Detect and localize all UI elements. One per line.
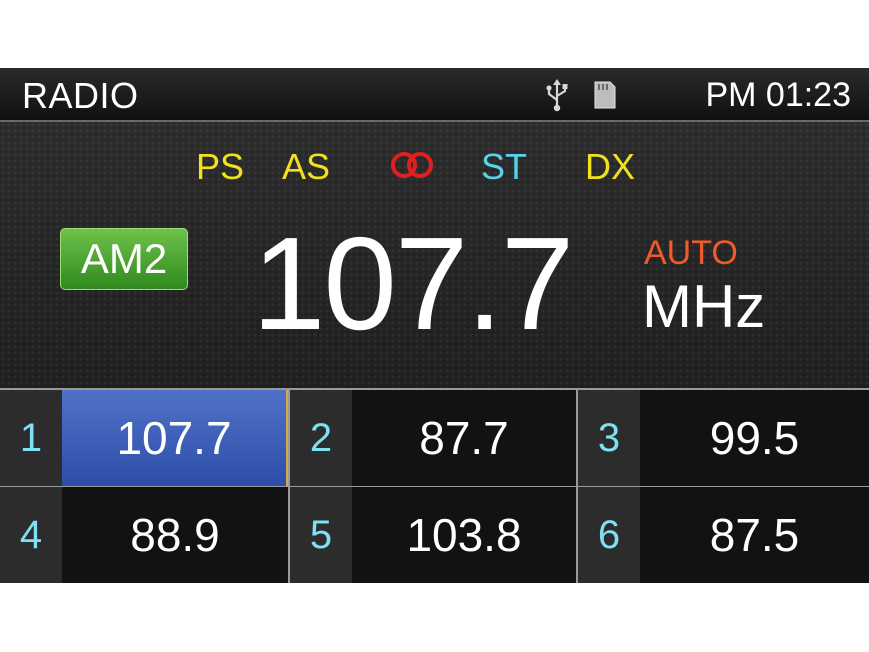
preset-3-button[interactable]: 3 99.5 bbox=[578, 390, 869, 486]
preset-number: 2 bbox=[290, 390, 352, 486]
sd-card-icon bbox=[594, 81, 616, 109]
ps-indicator[interactable]: PS bbox=[196, 146, 244, 188]
tuner-display: PS AS ST DX AM2 107.7 AUTO MHz bbox=[0, 122, 869, 388]
preset-frequency: 88.9 bbox=[62, 487, 288, 583]
preset-frequency: 87.7 bbox=[352, 390, 576, 486]
preset-4-button[interactable]: 4 88.9 bbox=[0, 487, 288, 583]
preset-1-button[interactable]: 1 107.7 bbox=[0, 390, 288, 486]
preset-frequency: 107.7 bbox=[62, 390, 288, 486]
band-button[interactable]: AM2 bbox=[60, 228, 188, 290]
preset-number: 1 bbox=[0, 390, 62, 486]
preset-5-button[interactable]: 5 103.8 bbox=[290, 487, 576, 583]
clock: PM 01:23 bbox=[705, 76, 851, 114]
frequency-unit: MHz bbox=[642, 273, 766, 340]
tuning-mode: AUTO bbox=[644, 234, 738, 272]
stereo-icon bbox=[391, 152, 433, 178]
dx-indicator[interactable]: DX bbox=[585, 146, 635, 188]
preset-grid: 1 107.7 2 87.7 3 99.5 4 88.9 5 103.8 6 8… bbox=[0, 388, 869, 583]
preset-number: 5 bbox=[290, 487, 352, 583]
preset-frequency: 99.5 bbox=[640, 390, 869, 486]
preset-frequency: 87.5 bbox=[640, 487, 869, 583]
radio-screen: RADIO PM 01:23 PS AS ST DX AM2 107.7 AUT… bbox=[0, 68, 869, 583]
current-frequency: 107.7 bbox=[252, 210, 574, 357]
st-indicator[interactable]: ST bbox=[481, 146, 527, 188]
preset-number: 4 bbox=[0, 487, 62, 583]
usb-icon bbox=[546, 79, 568, 112]
preset-2-button[interactable]: 2 87.7 bbox=[290, 390, 576, 486]
as-indicator[interactable]: AS bbox=[282, 146, 330, 188]
app-title: RADIO bbox=[22, 75, 139, 116]
preset-number: 3 bbox=[578, 390, 640, 486]
preset-frequency: 103.8 bbox=[352, 487, 576, 583]
preset-6-button[interactable]: 6 87.5 bbox=[578, 487, 869, 583]
preset-number: 6 bbox=[578, 487, 640, 583]
status-bar: RADIO PM 01:23 bbox=[0, 68, 869, 122]
